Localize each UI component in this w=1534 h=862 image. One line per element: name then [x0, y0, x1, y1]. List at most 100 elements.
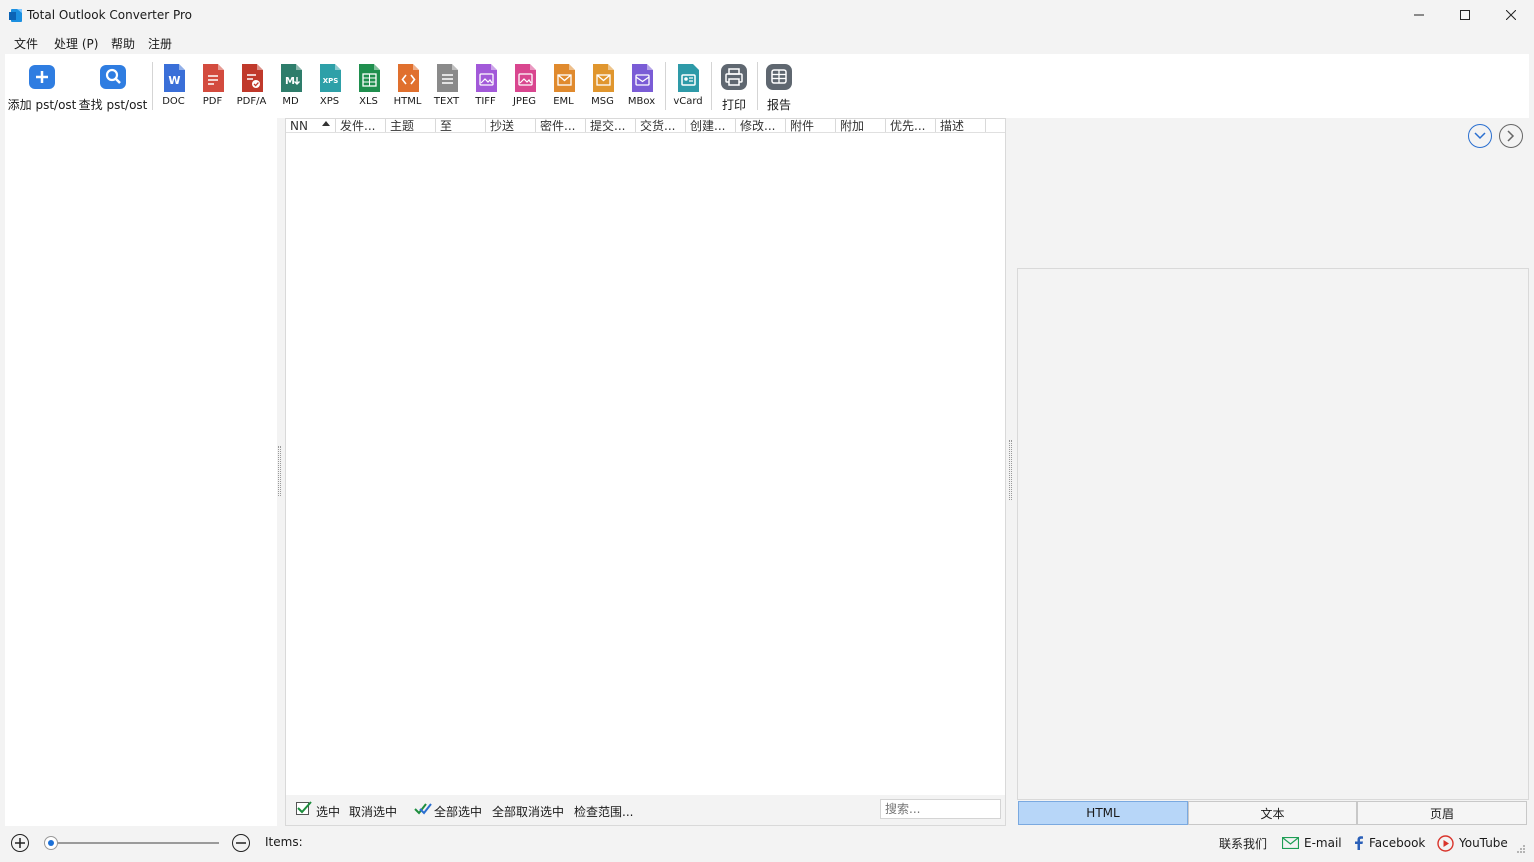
format-mbox-button[interactable]: MBox: [622, 54, 661, 118]
column-header-2[interactable]: 主题: [386, 119, 436, 132]
toolbar-separator: [152, 62, 153, 110]
print-label: 打印: [721, 98, 746, 112]
zoom-out-icon: [236, 842, 246, 844]
menu-bar: 文件 处理 (P) 帮助 注册: [0, 32, 1534, 54]
preview-pane[interactable]: [1017, 268, 1529, 800]
zoom-slider-thumb[interactable]: [44, 836, 59, 850]
column-header-3[interactable]: 至: [436, 119, 486, 132]
email-label: E-mail: [1304, 836, 1342, 850]
format-jpeg-label: JPEG: [512, 96, 537, 107]
zoom-out-button[interactable]: [232, 834, 250, 852]
format-text-button[interactable]: TEXT: [427, 54, 466, 118]
mbox-file-icon: [631, 64, 653, 92]
maximize-icon: [1460, 10, 1470, 20]
column-header-5[interactable]: 密件...: [536, 119, 586, 132]
menu-help[interactable]: 帮助: [111, 35, 135, 52]
tab-text[interactable]: 文本: [1188, 801, 1357, 825]
close-icon: [1506, 10, 1516, 20]
column-header-12[interactable]: 优先...: [886, 119, 936, 132]
youtube-link[interactable]: YouTube: [1437, 833, 1508, 853]
format-eml-label: EML: [553, 96, 574, 107]
next-button[interactable]: [1499, 124, 1523, 148]
splitter-handle[interactable]: [1009, 440, 1012, 500]
menu-file[interactable]: 文件: [14, 35, 38, 52]
plus-icon: [29, 65, 55, 89]
zoom-in-button[interactable]: [11, 834, 29, 852]
contact-link[interactable]: 联系我们: [1219, 833, 1267, 853]
check-button[interactable]: 选中: [316, 803, 340, 820]
format-xps-button[interactable]: XPS XPS: [310, 54, 349, 118]
format-xls-button[interactable]: XLS: [349, 54, 388, 118]
facebook-label: Facebook: [1369, 836, 1426, 850]
format-html-button[interactable]: HTML: [388, 54, 427, 118]
email-link[interactable]: E-mail: [1282, 833, 1342, 853]
format-md-button[interactable]: M MD: [271, 54, 310, 118]
selection-bar: 选中 取消选中 全部选中 全部取消选中 检查范围...: [286, 795, 1005, 825]
find-pst-button[interactable]: 查找 pst/ost: [78, 54, 148, 118]
report-button[interactable]: 报告: [760, 54, 798, 118]
format-eml-button[interactable]: EML: [544, 54, 583, 118]
chevron-right-icon: [1507, 130, 1515, 142]
column-header: NN 发件... 主题至抄送 密件... 提交... 交货... 创建... 修改... 附件附…: [286, 119, 1005, 133]
double-check-icon: [414, 803, 432, 815]
facebook-link[interactable]: Facebook: [1354, 833, 1425, 853]
format-pdf-button[interactable]: PDF: [193, 54, 232, 118]
print-button[interactable]: 打印: [715, 54, 753, 118]
tiff-file-icon: [475, 64, 497, 92]
check-all-button[interactable]: 全部选中: [434, 803, 482, 820]
column-header-11[interactable]: 附加: [836, 119, 886, 132]
column-header-10[interactable]: 附件: [786, 119, 836, 132]
format-jpeg-button[interactable]: JPEG: [505, 54, 544, 118]
uncheck-button[interactable]: 取消选中: [349, 803, 397, 820]
column-header-0[interactable]: NN: [286, 119, 336, 132]
uncheck-all-button[interactable]: 全部取消选中: [492, 803, 564, 820]
column-header-1[interactable]: 发件...: [336, 119, 386, 132]
close-button[interactable]: [1488, 0, 1534, 30]
report-label: 报告: [766, 98, 791, 112]
column-header-13[interactable]: 描述: [936, 119, 986, 132]
check-range-button[interactable]: 检查范围...: [574, 803, 633, 820]
html-file-icon: [397, 64, 419, 92]
menu-process[interactable]: 处理 (P): [54, 35, 98, 52]
jpeg-file-icon: [514, 64, 536, 92]
column-header-4[interactable]: 抄送: [486, 119, 536, 132]
window-title: Total Outlook Converter Pro: [27, 8, 192, 22]
vcard-button[interactable]: vCard: [669, 54, 707, 118]
format-text-label: TEXT: [433, 96, 460, 107]
checkbox-checked-icon: [296, 801, 312, 815]
search-input[interactable]: [880, 799, 1001, 819]
column-header-6[interactable]: 提交...: [586, 119, 636, 132]
format-xps-label: XPS: [319, 96, 340, 107]
zoom-slider-track[interactable]: [46, 842, 219, 844]
format-xls-label: XLS: [359, 96, 378, 107]
format-md-label: MD: [282, 96, 299, 107]
vcard-icon: [678, 64, 699, 92]
splitter-handle[interactable]: [278, 446, 281, 496]
format-doc-button[interactable]: W DOC: [154, 54, 193, 118]
app-icon: [9, 9, 22, 22]
md-file-icon: M: [280, 64, 302, 92]
resize-grip-icon[interactable]: [1516, 844, 1526, 854]
add-pst-button[interactable]: 添加 pst/ost: [8, 54, 76, 118]
tab-html[interactable]: HTML: [1018, 801, 1188, 825]
xps-file-icon: XPS: [319, 64, 341, 92]
toolbar-separator: [757, 62, 758, 110]
column-header-8[interactable]: 创建...: [686, 119, 736, 132]
folder-tree-panel[interactable]: [5, 118, 277, 826]
column-header-7[interactable]: 交货...: [636, 119, 686, 132]
msg-file-icon: [592, 64, 614, 92]
format-pdfa-button[interactable]: PDF/A: [232, 54, 271, 118]
format-html-label: HTML: [393, 96, 422, 107]
menu-register[interactable]: 注册: [148, 35, 172, 52]
pdf-file-icon: [202, 64, 224, 92]
find-pst-label: 查找 pst/ost: [78, 98, 148, 112]
format-msg-button[interactable]: MSG: [583, 54, 622, 118]
expand-button[interactable]: [1468, 124, 1492, 148]
maximize-button[interactable]: [1442, 0, 1488, 30]
column-header-9[interactable]: 修改...: [736, 119, 786, 132]
minimize-button[interactable]: [1396, 0, 1442, 30]
message-list-panel[interactable]: NN 发件... 主题至抄送 密件... 提交... 交货... 创建... 修改... 附件附…: [285, 118, 1006, 826]
tab-headers[interactable]: 页眉: [1357, 801, 1527, 825]
eml-file-icon: [553, 64, 575, 92]
format-tiff-button[interactable]: TIFF: [466, 54, 505, 118]
